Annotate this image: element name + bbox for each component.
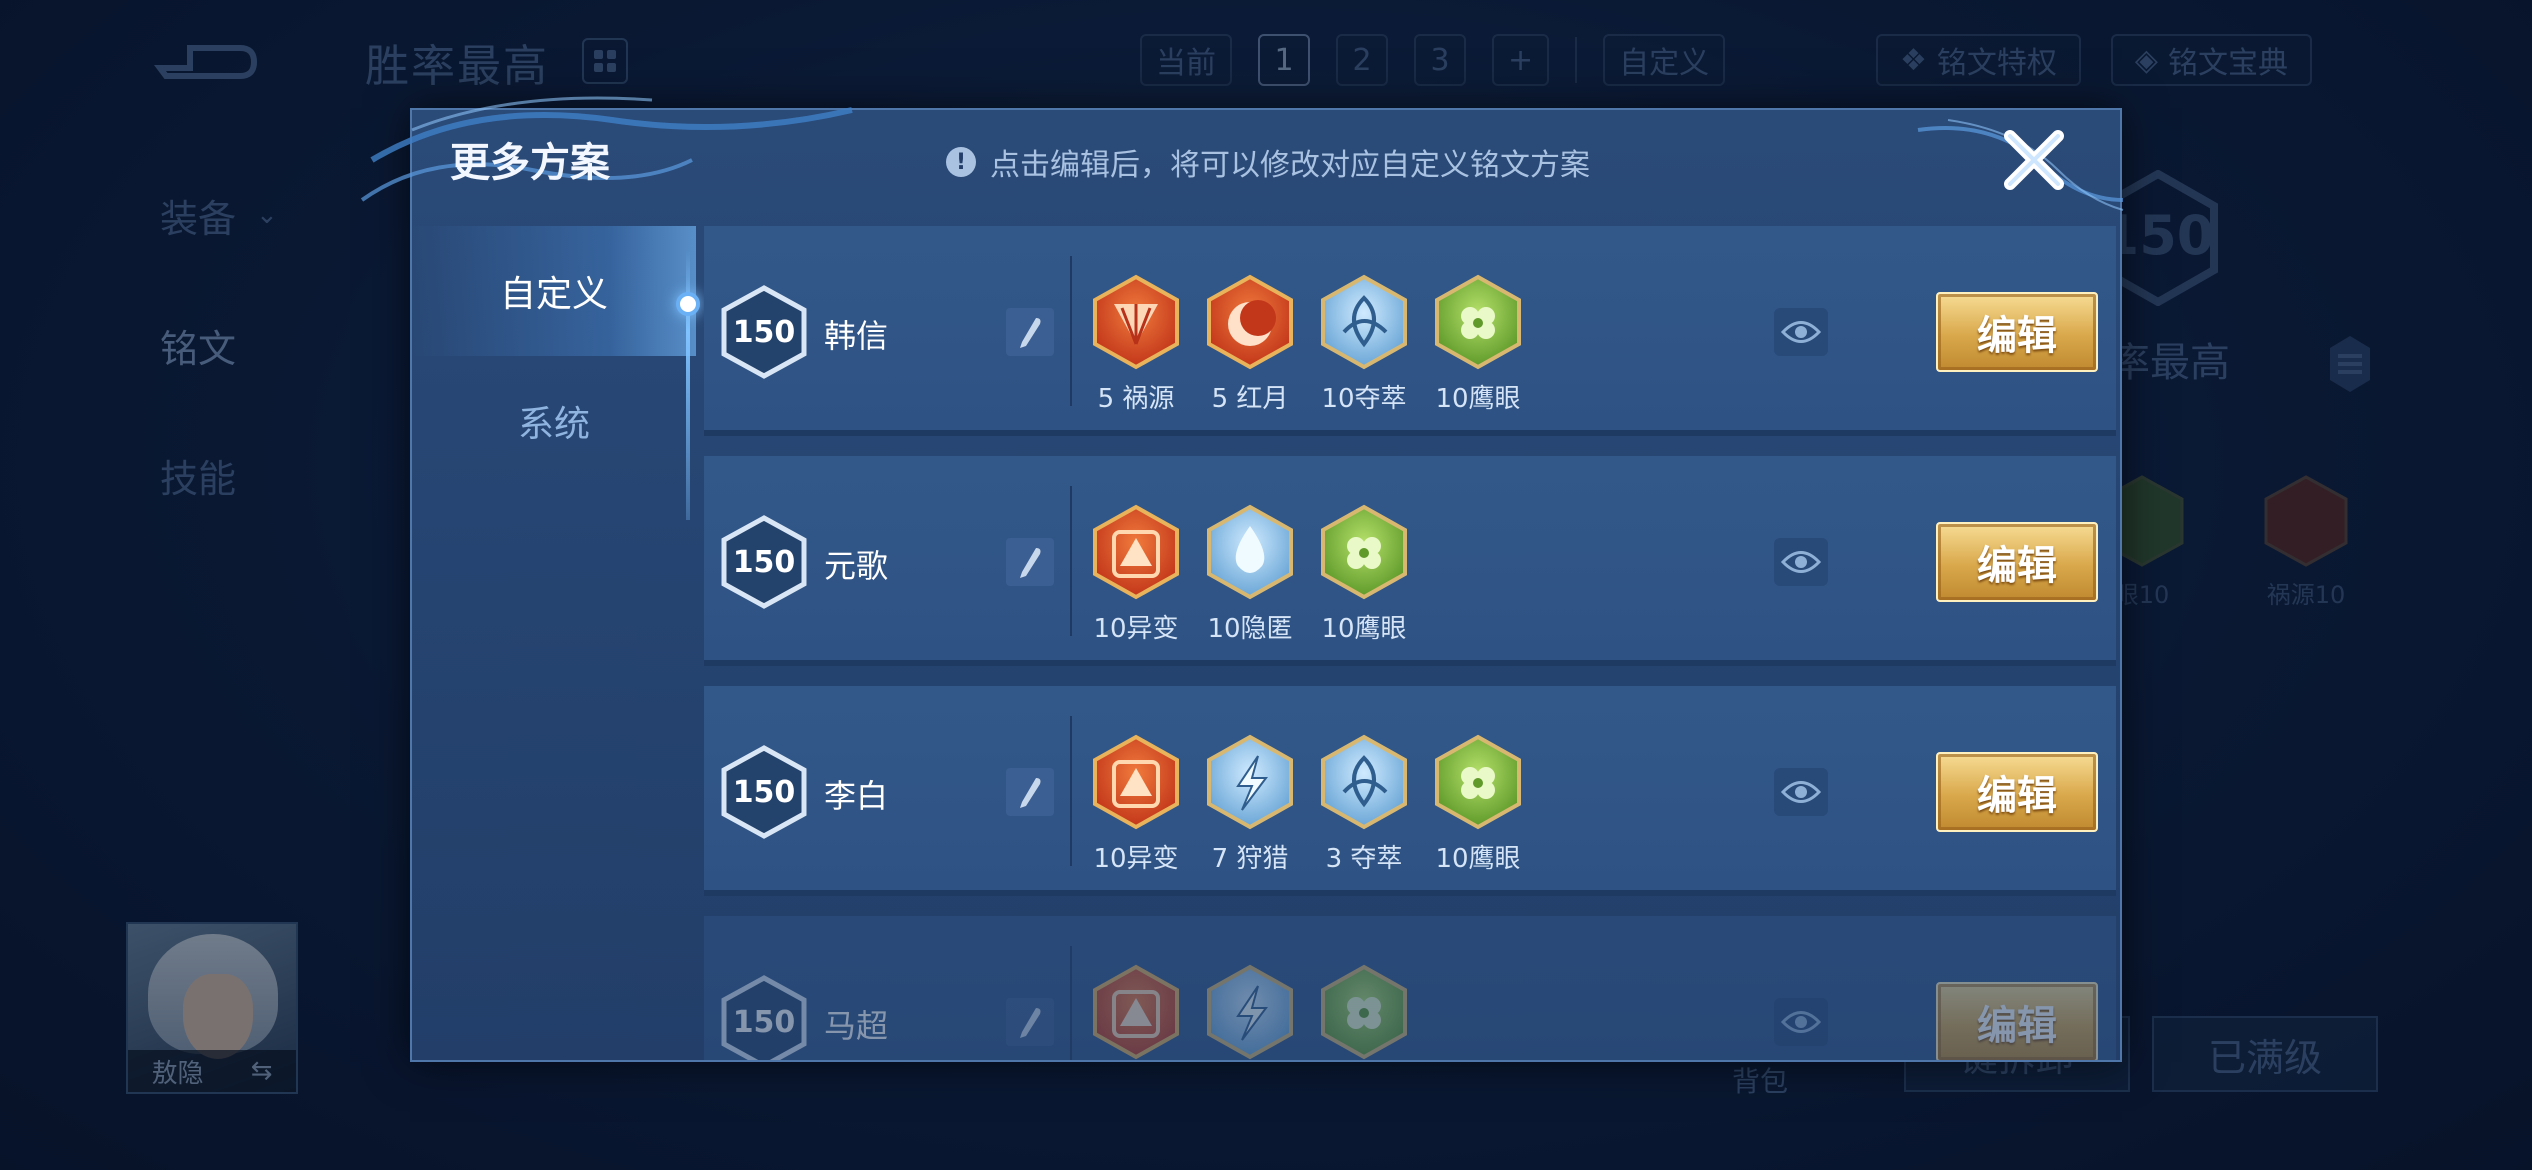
rune-slot	[1320, 964, 1408, 1060]
clover-rune-icon	[1321, 964, 1407, 1060]
eye-icon	[1781, 321, 1821, 343]
arrow-rune-icon	[1093, 734, 1179, 830]
rune-set	[1092, 964, 1408, 1060]
rune-label: 10异变	[1093, 844, 1179, 874]
rune-slot	[1092, 964, 1180, 1060]
moon-rune-icon	[1207, 274, 1293, 370]
divider	[1070, 716, 1072, 866]
scheme-row[interactable]: 150 马超 编辑	[704, 916, 2116, 1060]
rune-slot: 10隐匿	[1206, 504, 1294, 645]
more-schemes-modal: 更多方案 ! 点击编辑后，将可以修改对应自定义铭文方案 自定义 系统 150 韩信…	[360, 96, 2124, 1062]
level-value: 150	[732, 544, 796, 580]
hero-name: 韩信	[824, 317, 889, 355]
hero-name: 马超	[824, 1007, 889, 1045]
edit-button[interactable]: 编辑	[1936, 752, 2098, 832]
eye-icon	[1781, 1011, 1821, 1033]
rune-slot: 10鹰眼	[1320, 504, 1408, 645]
hero-name: 李白	[824, 777, 889, 815]
level-value: 150	[732, 774, 796, 810]
scheme-row[interactable]: 150 韩信 5 祸源 5 红月 10夺萃 10鹰眼 编辑	[704, 226, 2116, 436]
close-icon[interactable]	[1998, 124, 2070, 196]
knot-rune-icon	[1321, 274, 1407, 370]
rune-slot: 10夺萃	[1320, 274, 1408, 415]
divider	[1070, 946, 1072, 1060]
preview-button[interactable]	[1774, 308, 1828, 356]
tip-text: 点击编辑后，将可以修改对应自定义铭文方案	[990, 148, 1590, 183]
rune-label: 10隐匿	[1207, 614, 1293, 644]
preview-button[interactable]	[1774, 998, 1828, 1046]
divider	[1070, 486, 1072, 636]
lightning-rune-icon	[1207, 734, 1293, 830]
scheme-row[interactable]: 150 李白 10异变 7 狩猎 3 夺萃 10鹰眼 编辑	[704, 686, 2116, 896]
clover-rune-icon	[1321, 504, 1407, 600]
rune-set: 5 祸源 5 红月 10夺萃 10鹰眼	[1092, 274, 1522, 415]
rune-slot: 10异变	[1092, 734, 1180, 875]
modal-title: 更多方案	[450, 140, 610, 186]
rune-label: 10鹰眼	[1435, 844, 1521, 874]
rune-label: 10夺萃	[1321, 384, 1407, 414]
modal-sidebar: 自定义 系统	[412, 226, 696, 1060]
rune-label: 3 夺萃	[1325, 844, 1403, 874]
edit-button[interactable]: 编辑	[1936, 522, 2098, 602]
info-icon: !	[946, 147, 976, 177]
level-value: 150	[732, 1004, 796, 1040]
tab-custom[interactable]: 自定义	[412, 226, 696, 356]
clover-rune-icon	[1435, 274, 1521, 370]
preview-button[interactable]	[1774, 538, 1828, 586]
level-value: 150	[732, 314, 796, 350]
modal-tip: ! 点击编辑后，将可以修改对应自定义铭文方案	[946, 140, 1590, 184]
clover-rune-icon	[1435, 734, 1521, 830]
scheme-row[interactable]: 150 元歌 10异变 10隐匿 10鹰眼 编辑	[704, 456, 2116, 666]
rune-label: 5 祸源	[1097, 384, 1175, 414]
pen-icon[interactable]	[1006, 308, 1054, 356]
hero-name: 元歌	[824, 547, 889, 585]
divider	[1070, 256, 1072, 406]
edit-button[interactable]: 编辑	[1936, 982, 2098, 1060]
rune-slot	[1206, 964, 1294, 1060]
scheme-list[interactable]: 150 韩信 5 祸源 5 红月 10夺萃 10鹰眼 编辑 150 元歌 10异变 10隐匿 10鹰眼…	[704, 226, 2116, 1060]
tab-indicator-rail	[686, 250, 690, 520]
rune-label: 10异变	[1093, 614, 1179, 644]
wave-ornament-icon	[360, 96, 853, 202]
rune-set: 10异变 10隐匿 10鹰眼	[1092, 504, 1408, 645]
rune-slot: 10鹰眼	[1434, 734, 1522, 875]
tab-indicator-dot	[676, 292, 700, 316]
rune-slot: 5 祸源	[1092, 274, 1180, 415]
rune-slot: 10异变	[1092, 504, 1180, 645]
tab-system[interactable]: 系统	[412, 356, 696, 486]
pen-icon[interactable]	[1006, 538, 1054, 586]
fan-rune-icon	[1093, 274, 1179, 370]
lightning-rune-icon	[1207, 964, 1293, 1060]
eye-icon	[1781, 781, 1821, 803]
drop-rune-icon	[1207, 504, 1293, 600]
arrow-rune-icon	[1093, 504, 1179, 600]
rune-slot: 3 夺萃	[1320, 734, 1408, 875]
knot-rune-icon	[1321, 734, 1407, 830]
eye-icon	[1781, 551, 1821, 573]
pen-icon[interactable]	[1006, 768, 1054, 816]
arrow-rune-icon	[1093, 964, 1179, 1060]
rune-set: 10异变 7 狩猎 3 夺萃 10鹰眼	[1092, 734, 1522, 875]
preview-button[interactable]	[1774, 768, 1828, 816]
rune-label: 7 狩猎	[1211, 844, 1289, 874]
pen-icon[interactable]	[1006, 998, 1054, 1046]
rune-slot: 7 狩猎	[1206, 734, 1294, 875]
rune-label: 10鹰眼	[1321, 614, 1407, 644]
edit-button[interactable]: 编辑	[1936, 292, 2098, 372]
rune-slot: 5 红月	[1206, 274, 1294, 415]
rune-label: 10鹰眼	[1435, 384, 1521, 414]
rune-slot: 10鹰眼	[1434, 274, 1522, 415]
rune-label: 5 红月	[1211, 384, 1289, 414]
